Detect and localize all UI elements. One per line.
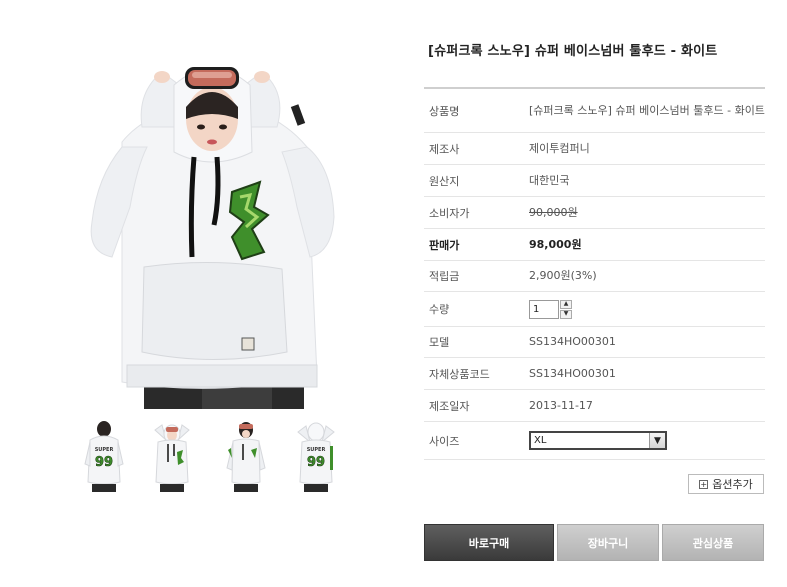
spec-row-quantity: 수량 ▲ ▼ [424, 292, 765, 327]
spec-label: 자체상품코드 [429, 367, 490, 381]
spec-label: 소비자가 [429, 206, 470, 220]
thumbnail-strip: SUPER 99 SUPER 99 [82, 420, 344, 496]
add-to-cart-button[interactable]: 장바구니 [557, 524, 659, 561]
spec-row-retail-price: 소비자가 90,000원 [424, 197, 765, 229]
quantity-stepper: ▲ ▼ [529, 299, 572, 319]
spec-value: 2,900원(3%) [529, 269, 597, 282]
spec-row-sale-price: 판매가 98,000원 [424, 229, 765, 261]
product-title: [슈퍼크록 스노우] 슈퍼 베이스넘버 툴후드 - 화이트 [428, 44, 718, 59]
spec-row-points: 적립금 2,900원(3%) [424, 261, 765, 292]
spec-label: 제조사 [429, 142, 460, 156]
thumb-number-text: 99 [95, 455, 113, 470]
spec-label: 모델 [429, 336, 450, 349]
spec-label: 사이즈 [429, 434, 460, 448]
buy-now-button[interactable]: 바로구매 [424, 524, 554, 561]
quantity-down-button[interactable]: ▼ [560, 309, 572, 319]
product-spec-table: 상품명 [슈퍼크록 스노우] 슈퍼 베이스넘버 툴후드 - 화이트 제조사 제이… [424, 87, 765, 460]
spec-value: [슈퍼크록 스노우] 슈퍼 베이스넘버 툴후드 - 화이트 [529, 103, 765, 117]
spec-label: 적립금 [429, 270, 460, 283]
spec-label: 원산지 [429, 174, 460, 188]
thumb-number-text: 99 [307, 455, 325, 470]
thumbnail-back-view-2[interactable]: SUPER 99 [294, 420, 338, 494]
spec-label: 판매가 [429, 238, 460, 252]
retail-price-value: 90,000원 [529, 205, 578, 219]
thumbnail-front-view[interactable] [150, 420, 194, 494]
thumbnail-back-view-1[interactable]: SUPER 99 [82, 420, 126, 494]
wishlist-button[interactable]: 관심상품 [662, 524, 764, 561]
option-add-label: 옵션추가 [712, 478, 753, 491]
spec-value: 2013-11-17 [529, 398, 593, 412]
spec-value: 제이투컴퍼니 [529, 141, 590, 155]
spec-row-size: 사이즈 XL ▼ [424, 422, 765, 460]
size-select-value: XL [534, 434, 547, 446]
plus-icon: + [699, 479, 709, 489]
spec-row-manufacturer: 제조사 제이투컴퍼니 [424, 133, 765, 165]
spec-row-model: 모델 SS134HO00301 [424, 327, 765, 358]
spec-row-product-code: 자체상품코드 SS134HO00301 [424, 358, 765, 390]
spec-label: 제조일자 [429, 399, 470, 413]
spec-value: SS134HO00301 [529, 366, 616, 380]
main-product-image [82, 47, 340, 409]
thumb-brand-text: SUPER [307, 447, 326, 453]
quantity-input[interactable] [529, 299, 559, 319]
thumb-brand-text: SUPER [95, 447, 114, 453]
sale-price-value: 98,000원 [529, 237, 582, 251]
spec-row-origin: 원산지 대한민국 [424, 165, 765, 197]
spec-row-manufacture-date: 제조일자 2013-11-17 [424, 390, 765, 422]
chevron-down-icon[interactable]: ▼ [649, 433, 665, 448]
spec-row-product-name: 상품명 [슈퍼크록 스노우] 슈퍼 베이스넘버 툴후드 - 화이트 [424, 89, 765, 133]
size-select[interactable]: XL ▼ [529, 431, 667, 450]
spec-value: SS134HO00301 [529, 335, 616, 348]
thumbnail-side-view[interactable] [224, 420, 268, 494]
option-add-button[interactable]: + 옵션추가 [688, 474, 764, 494]
spec-label: 수량 [429, 303, 450, 316]
spec-value: 대한민국 [529, 173, 570, 187]
spec-label: 상품명 [429, 104, 460, 118]
